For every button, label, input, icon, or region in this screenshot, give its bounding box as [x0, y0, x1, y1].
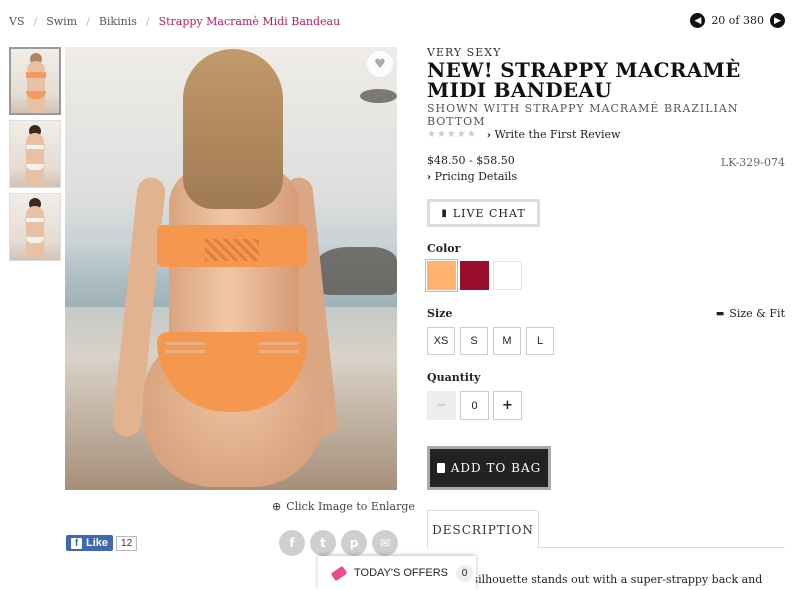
ruler-icon: ▬: [715, 308, 725, 319]
size-label: Size: [427, 307, 453, 320]
size-fit-label: Size & Fit: [729, 307, 785, 320]
color-swatches: [425, 259, 522, 292]
tag-icon: [330, 565, 348, 581]
add-to-bag-label: ADD TO BAG: [450, 461, 542, 475]
color-label: Color: [427, 242, 461, 255]
facebook-like-button[interactable]: f Like: [66, 535, 114, 551]
thumbnail-1[interactable]: [9, 47, 61, 115]
color-swatch-red[interactable]: [460, 261, 489, 290]
chevron-right-icon: ›: [427, 172, 432, 183]
live-chat-label: LIVE CHAT: [452, 206, 526, 220]
offers-count-badge: 0: [455, 564, 473, 582]
facebook-like[interactable]: f Like 12: [66, 535, 138, 551]
facebook-share-icon[interactable]: f: [279, 530, 305, 556]
main-product-image[interactable]: ♥: [65, 47, 397, 490]
share-buttons: f t p ✉: [279, 530, 398, 556]
product-pager: ◀ 20 of 380 ▶: [690, 13, 785, 28]
like-label: Like: [86, 537, 109, 549]
shopping-bag-icon: [436, 463, 445, 473]
offers-label: TODAY'S OFFERS: [354, 567, 448, 579]
breadcrumb-separator: /: [86, 15, 90, 28]
rating-row: ★★★★★ › Write the First Review: [427, 128, 620, 141]
thumbnail-list: [9, 47, 62, 261]
breadcrumb-vs[interactable]: VS: [9, 15, 24, 28]
write-review-link[interactable]: › Write the First Review: [487, 128, 621, 141]
twitter-share-icon[interactable]: t: [310, 530, 336, 556]
chevron-right-icon: ›: [486, 130, 491, 141]
breadcrumb-separator: /: [33, 15, 38, 28]
todays-offers-button[interactable]: TODAY'S OFFERS 0: [318, 556, 476, 590]
thumbnail-2[interactable]: [9, 120, 61, 188]
size-xs[interactable]: XS: [427, 327, 455, 355]
quantity-decrease-button[interactable]: −: [427, 391, 456, 420]
pricing-details-label: Pricing Details: [434, 170, 518, 183]
chat-bubble-icon: ▮: [441, 207, 448, 219]
quantity-input[interactable]: [460, 391, 489, 420]
email-share-icon[interactable]: ✉: [372, 530, 398, 556]
quantity-stepper: − +: [427, 391, 522, 420]
breadcrumb-current: Strappy Macramè Midi Bandeau: [158, 15, 341, 28]
product-sku: LK-329-074: [720, 156, 785, 169]
size-m[interactable]: M: [493, 327, 521, 355]
facebook-icon: f: [71, 537, 82, 549]
quantity-label: Quantity: [427, 371, 481, 384]
pager-count: 20 of 380: [711, 14, 764, 27]
rating-stars-icon: ★★★★★: [427, 129, 477, 140]
product-subtitle: SHOWN WITH STRAPPY MACRAMÉ BRAZILIAN BOT…: [427, 102, 739, 128]
add-to-bag-button[interactable]: ADD TO BAG: [427, 446, 551, 490]
breadcrumb: VS / Swim / Bikinis / Strappy Macramè Mi…: [9, 15, 340, 28]
write-review-label: Write the First Review: [494, 128, 621, 141]
quantity-increase-button[interactable]: +: [493, 391, 522, 420]
like-count: 12: [116, 535, 138, 551]
size-s[interactable]: S: [460, 327, 488, 355]
breadcrumb-separator: /: [145, 15, 150, 28]
enlarge-text: Click Image to Enlarge: [286, 500, 415, 513]
tab-description[interactable]: DESCRIPTION: [427, 510, 539, 549]
breadcrumb-bikinis[interactable]: Bikinis: [99, 15, 137, 28]
color-swatch-pattern[interactable]: [493, 261, 522, 290]
pricing-details-link[interactable]: › Pricing Details: [427, 170, 517, 183]
product-price: $48.50 - $58.50: [427, 154, 515, 167]
prev-arrow-icon[interactable]: ◀: [690, 13, 706, 28]
favorite-heart-icon[interactable]: ♥: [367, 51, 393, 77]
product-tabs: DESCRIPTION: [427, 510, 785, 549]
live-chat-button[interactable]: ▮ LIVE CHAT: [427, 199, 540, 227]
magnifier-icon: ⊕: [272, 500, 282, 513]
next-arrow-icon[interactable]: ▶: [770, 13, 785, 28]
thumbnail-3[interactable]: [9, 193, 61, 261]
size-fit-link[interactable]: ▬ Size & Fit: [716, 307, 785, 320]
size-options: XS S M L: [427, 327, 554, 355]
size-l[interactable]: L: [526, 327, 554, 355]
breadcrumb-swim[interactable]: Swim: [46, 15, 77, 28]
pinterest-share-icon[interactable]: p: [341, 530, 367, 556]
color-swatch-orange[interactable]: [425, 259, 458, 292]
description-text: chic silhouette stands out with a super-…: [446, 573, 763, 586]
enlarge-link[interactable]: ⊕ Click Image to Enlarge: [272, 500, 415, 513]
product-title: NEW! STRAPPY MACRAMÈ MIDI BANDEAU: [427, 58, 741, 102]
